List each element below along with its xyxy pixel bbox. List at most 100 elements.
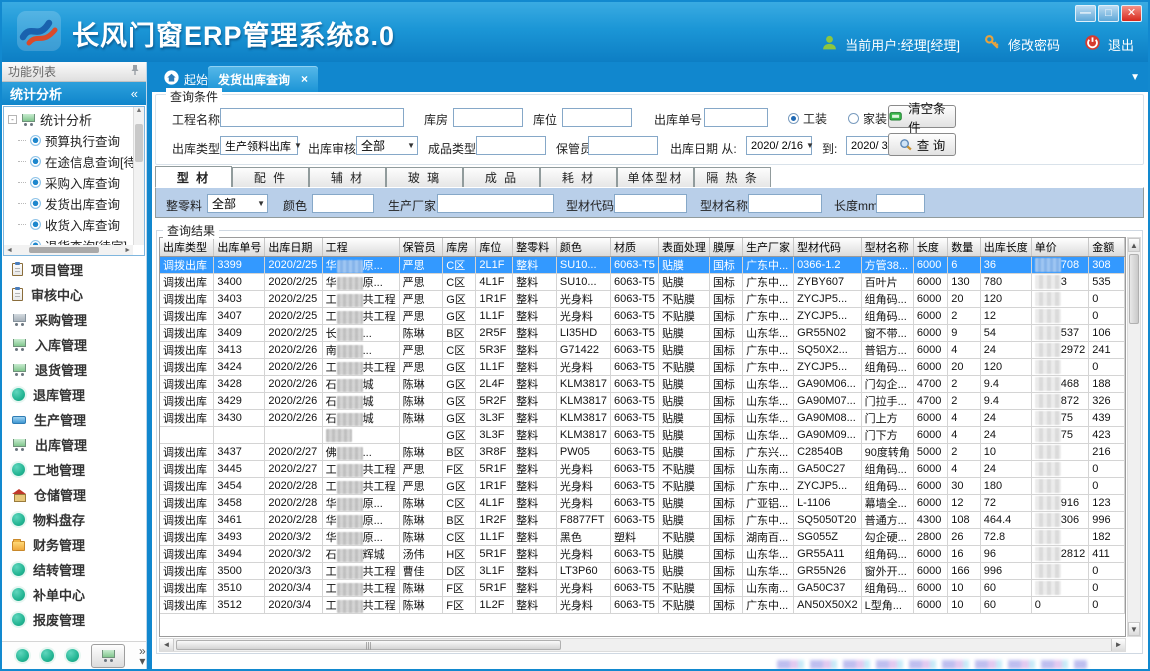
material-tab[interactable]: 隔 热 条	[694, 167, 771, 187]
chevron-more-icon[interactable]: »▾	[139, 646, 146, 666]
out-type-select[interactable]: 生产领料出库▼	[220, 136, 298, 155]
table-row[interactable]: G区3L3F整料KLM38176063-T5贴膜国标山东华...GA90M09.…	[160, 427, 1125, 444]
horizontal-scroll-thumb[interactable]: |||	[176, 640, 561, 650]
clear-conditions-button[interactable]: 清空条件	[888, 105, 956, 128]
table-row[interactable]: 调拨出库34542020/2/28工共工程严思G区1R1F整料光身料6063-T…	[160, 478, 1125, 495]
material-tab[interactable]: 型 材	[155, 166, 232, 187]
green-circle-icon[interactable]	[16, 649, 29, 662]
sidebar-item[interactable]: 出库管理	[2, 432, 146, 457]
tree-item[interactable]: 预算执行查询	[8, 130, 144, 151]
table-row[interactable]: 调拨出库34292020/2/26石城陈琳G区5R2F整料KLM38176063…	[160, 393, 1125, 410]
tab-list-caret-icon[interactable]: ▼	[1130, 72, 1140, 83]
column-header[interactable]: 整零料	[513, 238, 557, 257]
tree-item[interactable]: 发货出库查询	[8, 193, 144, 214]
sidebar-item[interactable]: 报废管理	[2, 607, 146, 632]
tab-close-icon[interactable]: ×	[301, 72, 308, 86]
column-header[interactable]: 数量	[948, 238, 980, 257]
material-tab[interactable]: 单体型材	[617, 167, 694, 187]
scroll-down-icon[interactable]: ▼	[1128, 622, 1140, 636]
keeper-input[interactable]	[588, 136, 658, 155]
table-row[interactable]: 调拨出库34942020/3/2石辉城汤伟H区5R1F整料光身料6063-T5贴…	[160, 546, 1125, 563]
maker-input[interactable]	[437, 194, 554, 213]
table-row[interactable]: 调拨出库35102020/3/4工共工程陈琳F区5R1F整料光身料6063-T5…	[160, 580, 1125, 597]
minimize-button[interactable]: —	[1075, 5, 1096, 22]
sidebar-item[interactable]: 物料盘存	[2, 507, 146, 532]
sidebar-item[interactable]: 仓储管理	[2, 482, 146, 507]
maximize-button[interactable]: □	[1098, 5, 1119, 22]
column-header[interactable]: 长度	[913, 238, 947, 257]
warehouse-input[interactable]	[453, 108, 523, 127]
sidebar-item[interactable]: 项目管理	[2, 257, 146, 282]
table-row[interactable]: 调拨出库35002020/3/3工共工程曹佳D区3L1F整料LT3P606063…	[160, 563, 1125, 580]
column-header[interactable]: 膜厚	[709, 238, 742, 257]
column-header[interactable]: 生产厂家	[743, 238, 794, 257]
green-circle-icon[interactable]	[41, 649, 54, 662]
column-header[interactable]: 型材代码	[794, 238, 862, 257]
tree-item[interactable]: 在途信息查询[待	[8, 151, 144, 172]
table-row[interactable]: 调拨出库35122020/3/4工共工程陈琳F区1L2F整料光身料6063-T5…	[160, 597, 1125, 614]
tree-item[interactable]: 采购入库查询	[8, 172, 144, 193]
product-type-input[interactable]	[476, 136, 546, 155]
column-header[interactable]: 出库单号	[214, 238, 265, 257]
logout-link[interactable]: 退出	[1108, 35, 1134, 54]
table-row[interactable]: 调拨出库34132020/2/26南...严思C区5R3F整料G71422606…	[160, 342, 1125, 359]
search-button[interactable]: 查 询	[888, 133, 956, 156]
scroll-right-icon[interactable]: ►	[1111, 639, 1125, 651]
column-header[interactable]: 保管员	[399, 238, 443, 257]
tab-shipment-query[interactable]: 发货出库查询 ×	[208, 66, 318, 92]
sidebar-item[interactable]: 财务管理	[2, 532, 146, 557]
table-row[interactable]: 调拨出库34302020/2/26石城陈琳G区3L3F整料KLM38176063…	[160, 410, 1125, 427]
tree-root[interactable]: - 统计分析	[8, 109, 144, 130]
material-tab[interactable]: 耗 材	[540, 167, 617, 187]
sidebar-item[interactable]: 工地管理	[2, 457, 146, 482]
sidebar-item[interactable]: 入库管理	[2, 332, 146, 357]
material-tab[interactable]: 玻 璃	[386, 167, 463, 187]
column-header[interactable]: 型材名称	[861, 238, 913, 257]
column-header[interactable]: 表面处理	[658, 238, 709, 257]
out-no-input[interactable]	[704, 108, 768, 127]
table-row[interactable]: 调拨出库34932020/3/2华原...陈琳C区1L1F整料黑色塑料不贴膜国标…	[160, 529, 1125, 546]
column-header[interactable]: 工程	[322, 238, 399, 257]
material-tab[interactable]: 辅 材	[309, 167, 386, 187]
column-header[interactable]: 出库日期	[265, 238, 322, 257]
radio-jiazhuang[interactable]: 家装	[848, 110, 887, 127]
whole-part-select[interactable]: 全部▼	[207, 194, 268, 213]
material-tab[interactable]: 配 件	[232, 167, 309, 187]
sidebar-item[interactable]: 退库管理	[2, 382, 146, 407]
location-input[interactable]	[562, 108, 632, 127]
pin-icon[interactable]	[130, 64, 140, 79]
radio-gongzhuang[interactable]: 工装	[788, 110, 827, 127]
profile-code-input[interactable]	[614, 194, 687, 213]
column-header[interactable]: 出库类型	[160, 238, 214, 257]
table-row[interactable]: 调拨出库34002020/2/25华原...严思C区4L1F整料SU10...6…	[160, 274, 1125, 291]
column-header[interactable]: 出库长度	[980, 238, 1031, 257]
column-header[interactable]: 库位	[476, 238, 513, 257]
scroll-up-icon[interactable]: ▲	[1128, 238, 1140, 252]
table-row[interactable]: 调拨出库34072020/2/25工共工程严思G区1L1F整料光身料6063-T…	[160, 308, 1125, 325]
column-header[interactable]: 库房	[443, 238, 476, 257]
length-input[interactable]	[876, 194, 925, 213]
table-row[interactable]: 调拨出库34282020/2/26石城陈琳G区2L4F整料KLM38176063…	[160, 376, 1125, 393]
tree-vertical-scrollbar[interactable]: ▲	[133, 107, 144, 245]
column-header[interactable]: 颜色	[556, 238, 610, 257]
audit-select[interactable]: 全部▼	[356, 136, 418, 155]
material-tab[interactable]: 成 品	[463, 167, 540, 187]
tree-expander-icon[interactable]: -	[8, 115, 17, 124]
tree-horizontal-scrollbar[interactable]: ◄►	[4, 245, 133, 255]
tree-item[interactable]: 收货入库查询	[8, 214, 144, 235]
sidebar-item[interactable]: 退货管理	[2, 357, 146, 382]
table-row[interactable]: 调拨出库33992020/2/25华原...严思C区2L1F整料SU10...6…	[160, 257, 1125, 274]
section-header-statistics[interactable]: 统计分析 «	[2, 82, 146, 105]
table-row[interactable]: 调拨出库34582020/2/28华原...陈琳C区4L1F整料光身料6063-…	[160, 495, 1125, 512]
project-name-input[interactable]	[220, 108, 404, 127]
table-row[interactable]: 调拨出库34092020/2/25长...陈琳B区2R5F整料LI35HD606…	[160, 325, 1125, 342]
table-row[interactable]: 调拨出库34452020/2/27工共工程严思F区5R1F整料光身料6063-T…	[160, 461, 1125, 478]
sidebar-item[interactable]: 生产管理	[2, 407, 146, 432]
cart-button[interactable]	[91, 644, 125, 668]
table-row[interactable]: 调拨出库34372020/2/27佛...陈琳B区3R8F整料PW056063-…	[160, 444, 1125, 461]
profile-name-input[interactable]	[748, 194, 822, 213]
column-header[interactable]: 材质	[610, 238, 658, 257]
table-row[interactable]: 调拨出库34612020/2/28华原...陈琳B区1R2F整料F8877FT6…	[160, 512, 1125, 529]
color-input[interactable]	[312, 194, 374, 213]
close-button[interactable]: ✕	[1121, 5, 1142, 22]
